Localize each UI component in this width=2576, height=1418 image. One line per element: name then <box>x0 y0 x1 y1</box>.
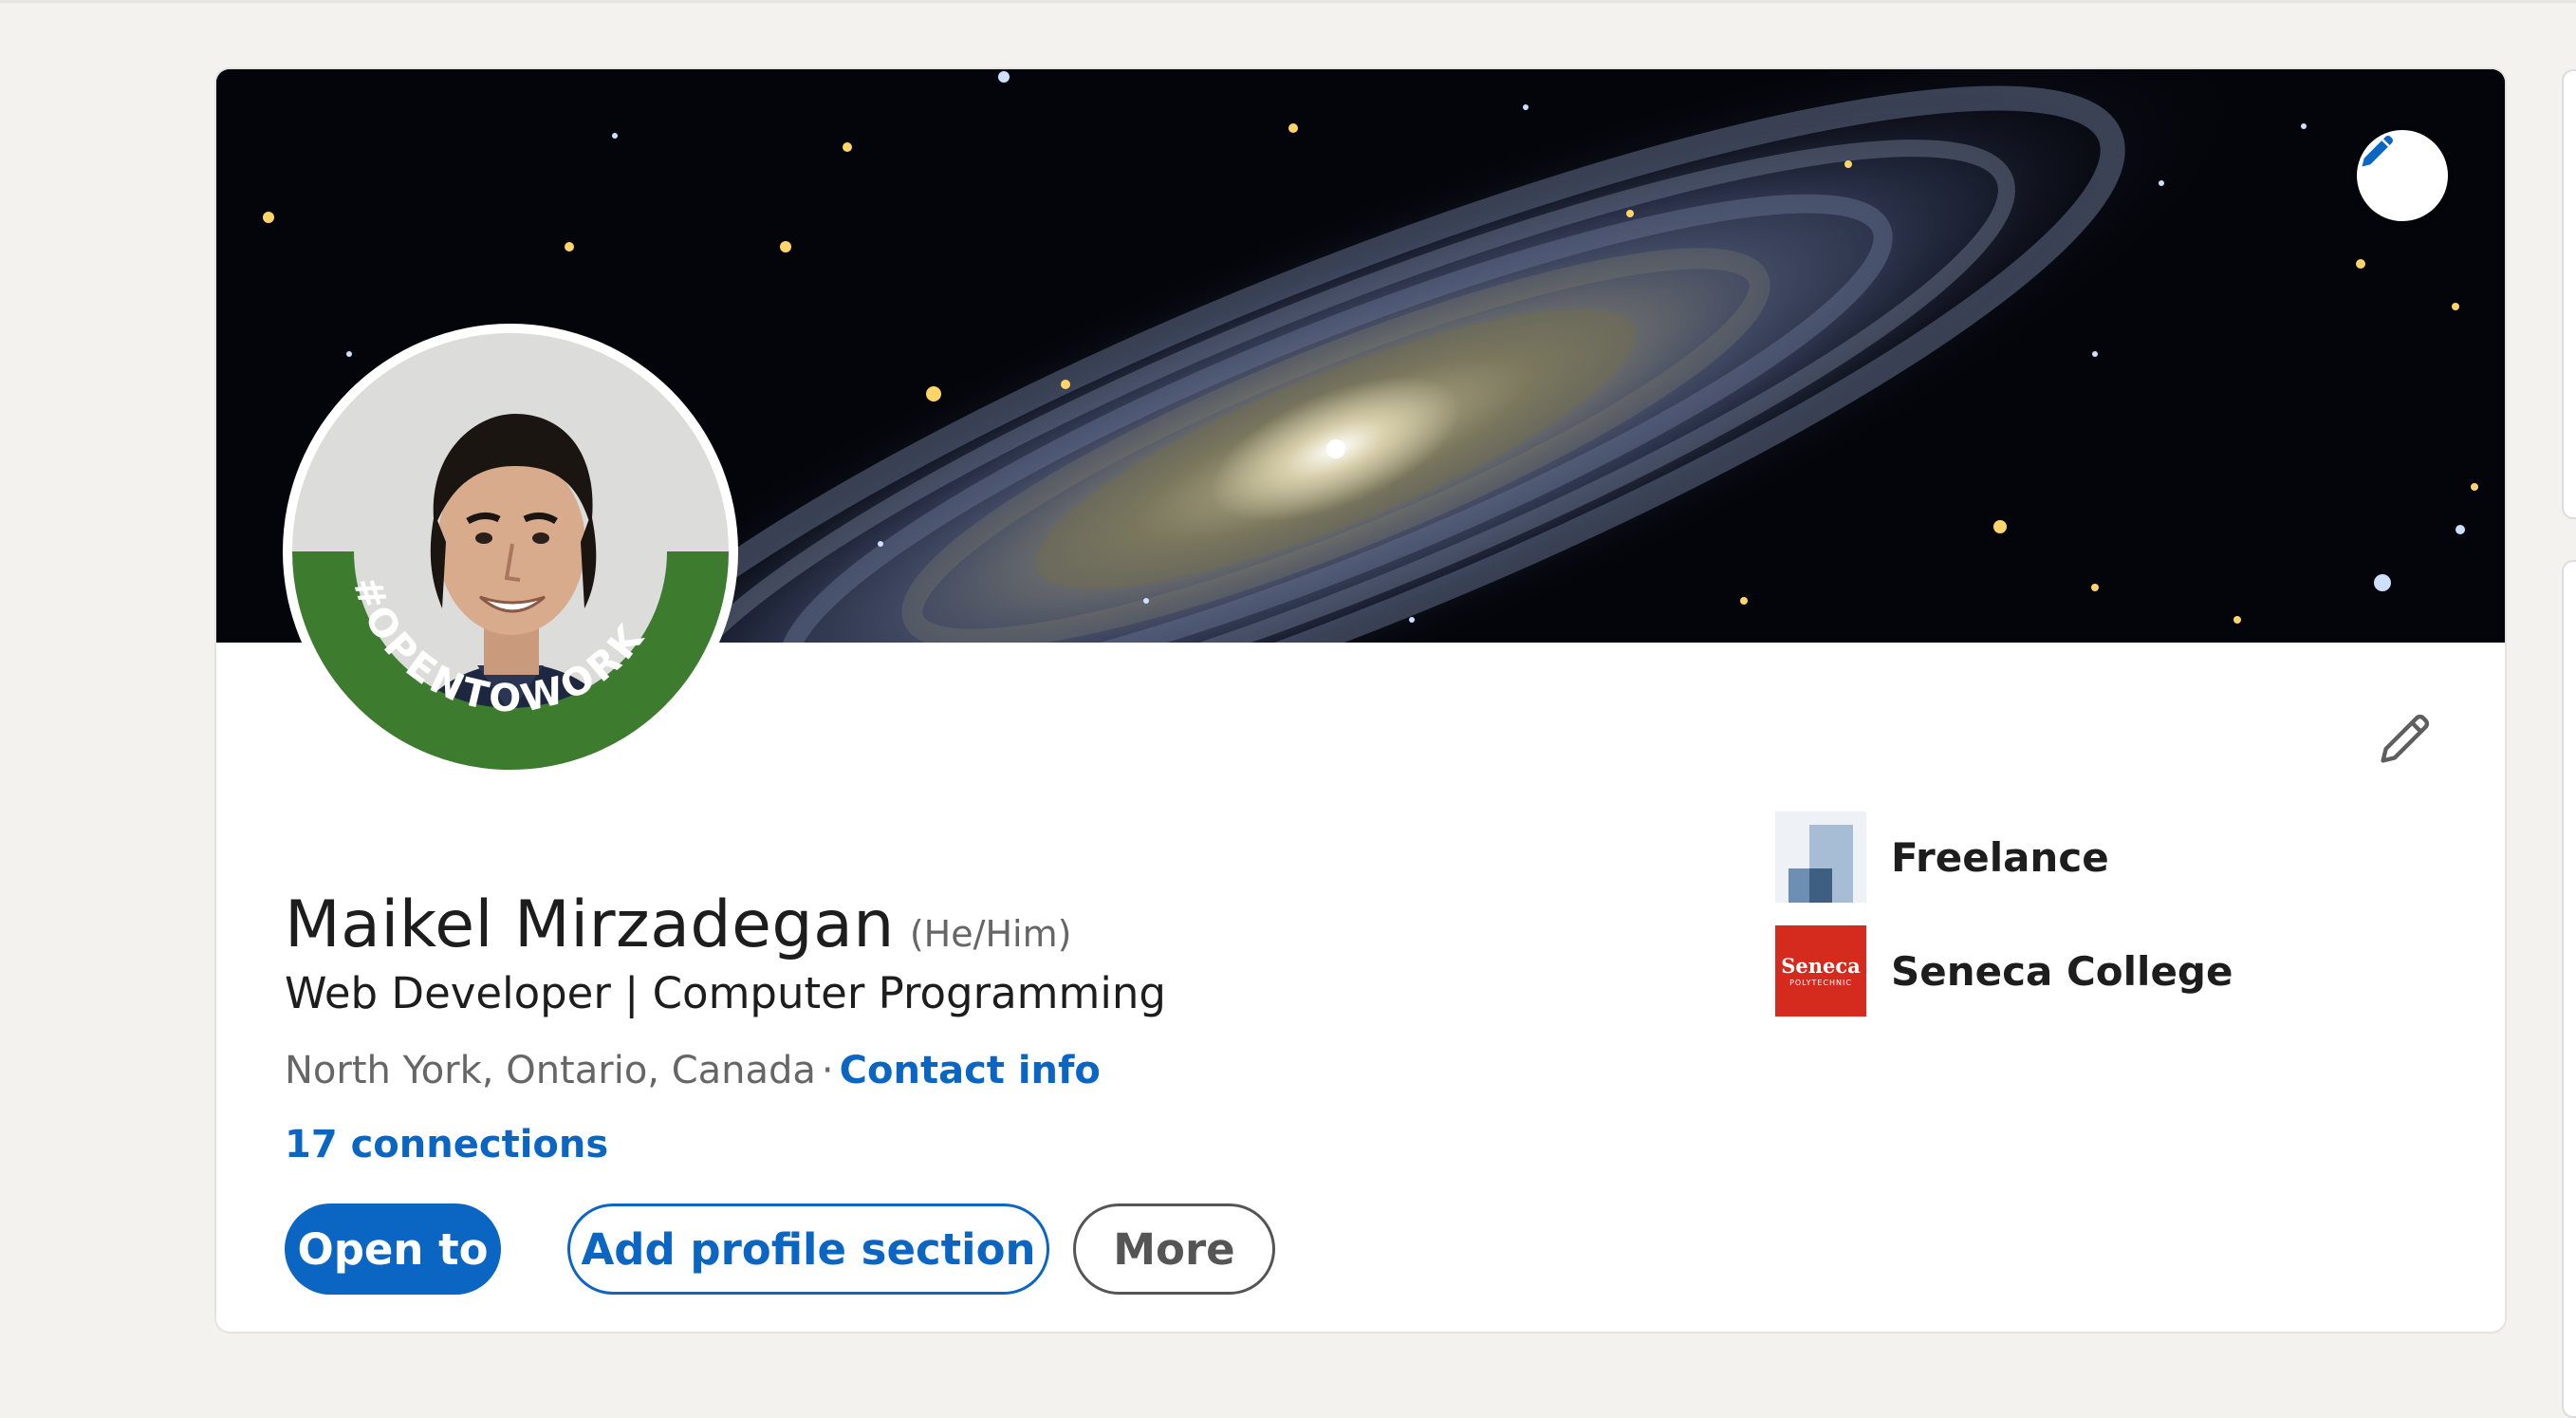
education-name: Seneca College <box>1891 947 2233 995</box>
seneca-logo-subtext: POLYTECHNIC <box>1789 978 1852 987</box>
avatar: #OPENTOWORK <box>285 326 736 777</box>
top-divider <box>0 0 2576 3</box>
education-item-seneca[interactable]: Seneca POLYTECHNIC Seneca College <box>1775 925 2233 1017</box>
profile-headline: Web Developer | Computer Programming <box>285 968 1166 1018</box>
pencil-icon <box>2362 136 2393 167</box>
separator: · <box>821 1049 834 1092</box>
seneca-logo: Seneca POLYTECHNIC <box>1775 925 1866 1017</box>
pencil-outline-icon <box>2381 714 2430 763</box>
profile-intro-card: #OPENTOWORK Maikel Mirzadegan (He/Him) W… <box>216 69 2505 1332</box>
edit-cover-button[interactable] <box>2357 130 2448 221</box>
location: North York, Ontario, Canada <box>285 1049 816 1092</box>
connections-link[interactable]: 17 connections <box>285 1123 608 1166</box>
edit-intro-button[interactable] <box>2363 696 2448 781</box>
name-row: Maikel Mirzadegan (He/Him) <box>285 887 1071 962</box>
right-rail-card <box>2562 560 2576 1418</box>
right-rail-card <box>2562 69 2576 519</box>
profile-photo[interactable]: #OPENTOWORK <box>283 324 738 779</box>
contact-info-link[interactable]: Contact info <box>840 1049 1101 1092</box>
experience-item-freelance[interactable]: Freelance <box>1775 812 2109 903</box>
add-profile-section-button[interactable]: Add profile section <box>567 1203 1049 1295</box>
more-button[interactable]: More <box>1073 1203 1275 1295</box>
freelance-logo <box>1775 812 1866 903</box>
experience-name: Freelance <box>1891 833 2109 881</box>
profile-name: Maikel Mirzadegan <box>285 887 895 962</box>
open-to-button[interactable]: Open to <box>285 1203 501 1295</box>
connections-row: 17 connections <box>285 1123 608 1166</box>
pronouns: (He/Him) <box>909 913 1072 955</box>
location-row: North York, Ontario, Canada · Contact info <box>285 1049 1101 1092</box>
seneca-logo-text: Seneca <box>1781 953 1861 978</box>
